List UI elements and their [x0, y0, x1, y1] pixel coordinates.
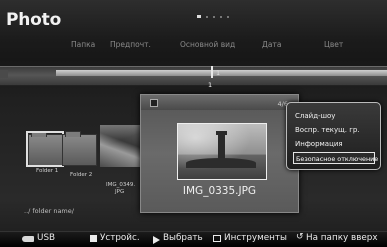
device-label[interactable]: Устройс.	[100, 233, 140, 243]
image-icon	[150, 99, 158, 107]
tab-folder[interactable]: Папка	[71, 40, 95, 49]
page-indicator	[197, 15, 229, 18]
preview-image	[177, 123, 267, 180]
tools-context-menu: Слайд-шоу Воспр. текущ. гр. Информация Б…	[286, 102, 381, 170]
selected-thumbnail-frame	[26, 131, 64, 167]
timeline-marker[interactable]	[211, 66, 213, 78]
thumbnail-caption: JPG	[115, 189, 125, 195]
tools-label[interactable]: Инструменты	[224, 233, 287, 243]
tab-date[interactable]: Дата	[262, 40, 281, 49]
rocks-shape	[186, 158, 256, 168]
return-icon: ↺	[296, 232, 304, 242]
thumbnail-caption: Folder 2	[70, 172, 93, 178]
menu-item-safe-remove[interactable]: Безопасное отключение	[293, 152, 378, 164]
select-label[interactable]: Выбрать	[163, 233, 203, 243]
timeline-left-cap	[0, 70, 8, 78]
image-preview-panel: 4/6 IMG_0335.JPG	[140, 94, 299, 213]
folder-thumbnail-2[interactable]	[62, 131, 97, 166]
timeline-track	[0, 66, 387, 86]
page-dot-active	[197, 15, 201, 18]
page-title: Photo	[6, 10, 62, 30]
menu-item-slideshow[interactable]: Слайд-шоу	[293, 110, 375, 122]
back-label[interactable]: На папку вверх	[306, 233, 378, 243]
preview-header: 4/6	[141, 95, 298, 110]
folder-path: ../ folder name/	[24, 207, 74, 215]
page-dot	[213, 15, 215, 18]
timeline-bar[interactable]	[56, 70, 387, 76]
photo-browser-screen: Photo Папка Предпочт. Основной вид Дата …	[0, 0, 387, 247]
usb-icon	[22, 236, 34, 242]
thumbnail-caption: Folder 1	[36, 168, 59, 174]
menu-item-play-current-group[interactable]: Воспр. текущ. гр.	[293, 124, 375, 136]
page-dot	[227, 15, 229, 18]
select-arrow-icon	[153, 236, 160, 244]
thumbnail-caption: IMG_0349.	[106, 182, 136, 188]
tab-basic-view[interactable]: Основной вид	[180, 40, 235, 49]
sort-tabs: Папка Предпочт. Основной вид Дата Цвет	[0, 40, 387, 56]
image-thumbnail[interactable]	[100, 125, 142, 167]
tab-preference[interactable]: Предпочт.	[110, 40, 151, 49]
page-dot	[206, 15, 208, 18]
usb-label[interactable]: USB	[37, 233, 55, 243]
menu-item-information[interactable]: Информация	[293, 138, 375, 150]
page-dot	[220, 15, 222, 18]
tab-color[interactable]: Цвет	[324, 40, 343, 49]
tools-icon	[213, 235, 221, 242]
preview-filename: IMG_0335.JPG	[182, 185, 257, 197]
timeline-marker-label-bottom: 1	[208, 81, 213, 89]
square-icon	[90, 235, 97, 242]
timeline-marker-label: 1	[216, 69, 221, 77]
